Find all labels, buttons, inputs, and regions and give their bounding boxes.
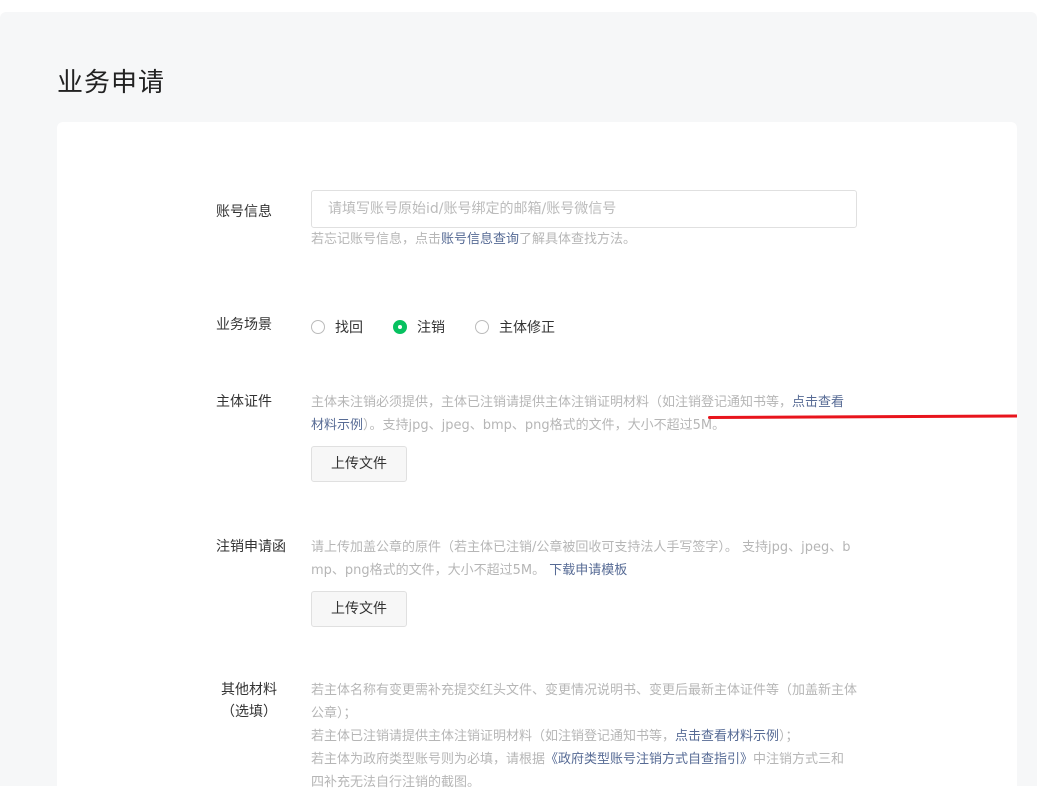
cancel-letter-field-group: 请上传加盖公章的原件（若主体已注销/公章被回收可支持法人手写签字）。 支持jpg… — [311, 536, 857, 627]
scene-radio-group: 找回 注销 主体修正 — [311, 317, 857, 337]
scene-label: 业务场景 — [216, 317, 272, 333]
radio-checked-icon — [393, 320, 407, 334]
other-tip-line-2: 若主体已注销请提供主体注销证明材料（如注销登记通知书等，点击查看材料示例）； — [311, 729, 799, 744]
scene-option-correct[interactable]: 主体修正 — [475, 317, 555, 337]
account-label: 账号信息 — [216, 204, 272, 220]
cancel-letter-tip: 请上传加盖公章的原件（若主体已注销/公章被回收可支持法人手写签字）。 支持jpg… — [311, 540, 851, 578]
cancel-letter-upload-button[interactable]: 上传文件 — [311, 591, 407, 627]
form-card: 账号信息 若忘记账号信息，点击账号信息查询了解具体查找方法。 业务场景 找回 注… — [57, 122, 1017, 798]
account-tip: 若忘记账号信息，点击账号信息查询了解具体查找方法。 — [311, 232, 637, 247]
gov-guide-link[interactable]: 《政府类型账号注销方式自查指引》 — [545, 752, 753, 767]
scene-option-recover[interactable]: 找回 — [311, 317, 363, 337]
other-materials-label: 其他材料（选填） — [221, 682, 277, 720]
radio-unchecked-icon — [475, 320, 489, 334]
account-query-link[interactable]: 账号信息查询 — [441, 232, 519, 247]
account-field-group: 若忘记账号信息，点击账号信息查询了解具体查找方法。 — [311, 190, 857, 251]
download-template-link[interactable]: 下载申请模板 — [549, 563, 627, 578]
scene-option-cancel[interactable]: 注销 — [393, 317, 445, 337]
other-tip-line-3: 若主体为政府类型账号则为必填，请根据《政府类型账号注销方式自查指引》中注销方式三… — [311, 752, 845, 790]
account-input[interactable] — [311, 190, 857, 228]
other-example-link[interactable]: 点击查看材料示例 — [675, 729, 779, 744]
radio-unchecked-icon — [311, 320, 325, 334]
other-tip-line-1: 若主体名称有变更需补充提交红头文件、变更情况说明书、变更后最新主体证件等（加盖新… — [311, 683, 858, 721]
page-container: 业务申请 账号信息 若忘记账号信息，点击账号信息查询了解具体查找方法。 业务场景… — [0, 12, 1037, 798]
certificate-field-group: 主体未注销必须提供，主体已注销请提供主体注销证明材料（如注销登记通知书等，点击查… — [311, 391, 1017, 482]
other-materials-field-group: 若主体名称有变更需补充提交红头文件、变更情况说明书、变更后最新主体证件等（加盖新… — [311, 679, 857, 794]
certificate-upload-button[interactable]: 上传文件 — [311, 446, 407, 482]
certificate-tip: 主体未注销必须提供，主体已注销请提供主体注销证明材料（如注销登记通知书等，点击查… — [311, 395, 845, 433]
page-title: 业务申请 — [57, 68, 166, 98]
certificate-label: 主体证件 — [216, 394, 272, 410]
cancel-letter-label: 注销申请函 — [216, 539, 286, 555]
